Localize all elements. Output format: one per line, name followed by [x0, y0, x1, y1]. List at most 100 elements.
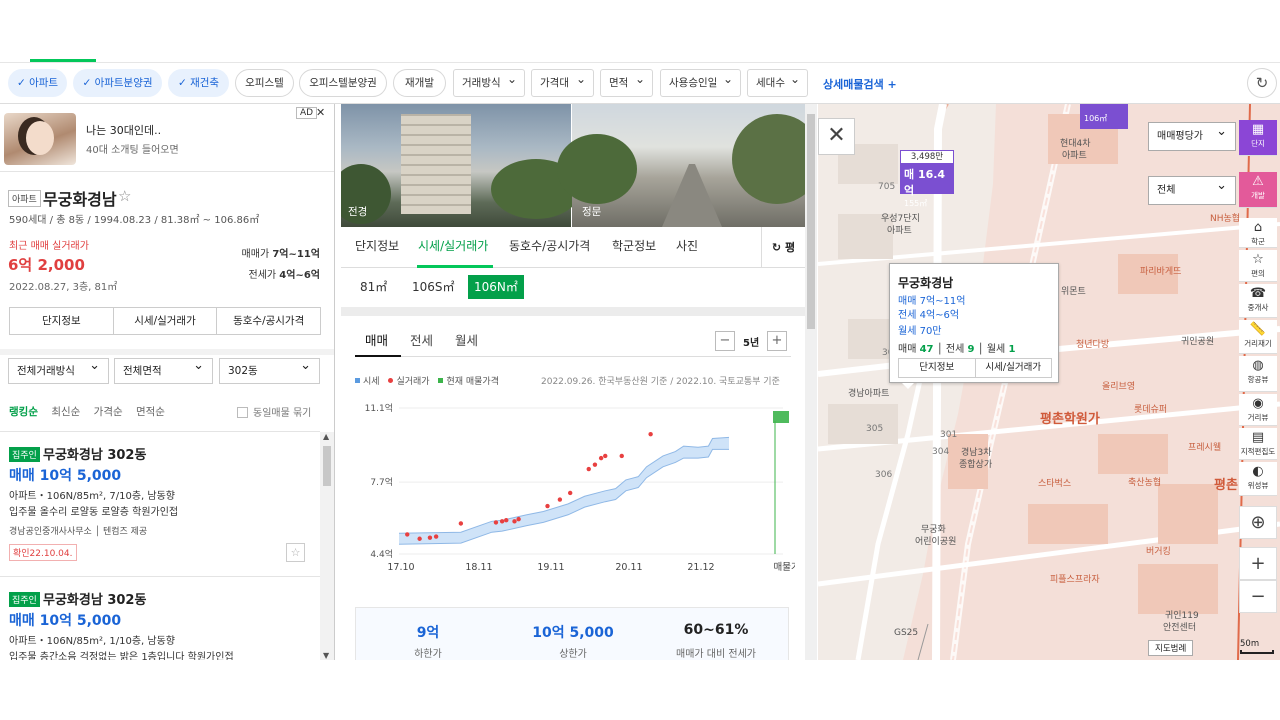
confirm-date-badge: 확인22.10.04. [9, 544, 77, 561]
listing-desc: 입주물 층간소음 걱정없는 밝은 1층입니다 학원가인접 [9, 652, 234, 660]
count-jeonse-value: 9 [967, 344, 975, 355]
map-type-select[interactable]: 전체 [1148, 172, 1236, 205]
ad-banner[interactable]: 나는 30대인데.. 40대 소개팅 들어오면 AD ✕ [0, 104, 334, 172]
select-area[interactable]: 전체면적 [114, 354, 213, 384]
list-item[interactable]: 집주인 무궁화경남 302동 매매 10억 5,000 아파트・106N/85m… [0, 432, 320, 577]
close-map-icon[interactable]: ✕ [818, 118, 855, 155]
map-tool-4[interactable]: ☎ 중개사 [1239, 284, 1277, 318]
period-minus-button[interactable]: − [715, 331, 735, 351]
tab-monthly[interactable]: 월세 [455, 330, 478, 349]
listing-spec: 아파트・106N/85m², 1/10층, 남동향 [9, 636, 175, 647]
map-scale: 50m [1240, 639, 1274, 654]
property-type-tag: 아파트 [8, 190, 41, 207]
map-price-select[interactable]: 매매평당가 [1148, 118, 1236, 151]
ad-close-icon[interactable]: ✕ [316, 106, 325, 119]
zoom-in-button[interactable]: + [1239, 547, 1277, 580]
price-band [399, 437, 729, 545]
map-tool-icon: ⚠ [1252, 174, 1264, 189]
map-tool-1[interactable]: ⚠ 개발 [1239, 172, 1277, 208]
size-option[interactable]: 106S㎡ [412, 275, 455, 299]
unit-toggle-button[interactable]: ↻ 평 [761, 227, 805, 268]
chip-redevelopment[interactable]: 재개발 [393, 69, 446, 97]
chip-apartment-presale[interactable]: ✓ 아파트분양권 [73, 69, 162, 97]
map-tool-label: 개발 [1251, 191, 1265, 200]
group-same-listings-checkbox[interactable]: 동일매물 묶기 [237, 404, 311, 419]
tab-complex-info[interactable]: 단지정보 [10, 308, 114, 334]
map-tool-icon: ☎ [1249, 286, 1267, 301]
current-location-icon[interactable]: ⊕ [1239, 506, 1277, 539]
sort-latest[interactable]: 최신순 [51, 406, 80, 418]
map-tool-0[interactable]: ▦ 단지 [1239, 120, 1277, 156]
sort-price[interactable]: 가격순 [94, 406, 123, 418]
tab-price-history[interactable]: 시세/실거래가 [418, 237, 488, 254]
map-tool-5[interactable]: 📏 거리재기 [1239, 320, 1277, 354]
map-tool-7[interactable]: ◉ 거리뷰 [1239, 394, 1277, 426]
dropdown-area[interactable]: 면적 [600, 69, 653, 97]
tab-jeonse[interactable]: 전세 [410, 330, 433, 349]
tab-price[interactable]: 시세/실거래가 [114, 308, 218, 334]
zoom-out-button[interactable]: − [1239, 580, 1277, 613]
sort-ranking[interactable]: 랭킹순 [9, 406, 38, 418]
tab-unit-price[interactable]: 동호수/공시가격 [509, 237, 590, 254]
deal-point [586, 466, 591, 472]
map-place-label: 705 [878, 182, 896, 192]
map-place-label: GS25 [894, 628, 919, 638]
chip-officetel[interactable]: 오피스텔 [235, 69, 294, 97]
complex-popup[interactable]: 무궁화경남 매매 7억~11억 전세 4억~6억 월세 70만 매매 47 │ … [889, 263, 1059, 389]
size-option[interactable]: 81㎡ [360, 275, 387, 299]
map-price-pin[interactable]: 3,498만 매 16.4억 155㎡ [900, 150, 954, 208]
refresh-icon[interactable]: ↻ [1247, 68, 1277, 98]
tab-unit-price[interactable]: 동호수/공시가격 [217, 308, 320, 334]
favorite-star-icon[interactable]: ☆ [118, 187, 131, 205]
chip-apartment[interactable]: ✓ 아파트 [8, 69, 67, 97]
photo-exterior[interactable]: 전경 [341, 104, 581, 227]
tab-photos[interactable]: 사진 [676, 237, 698, 254]
map-tool-3[interactable]: ☆ 편의 [1239, 250, 1277, 282]
deal-point [516, 516, 521, 522]
map-tool-2[interactable]: ⌂ 학군 [1239, 218, 1277, 248]
photo-gate[interactable]: 정문 [557, 104, 817, 227]
scroll-thumb[interactable] [323, 446, 331, 486]
advanced-search-link[interactable]: 상세매물검색 + [823, 76, 897, 92]
chip-officetel-presale[interactable]: 오피스텔분양권 [299, 69, 387, 97]
list-scrollbar[interactable]: ▲ ▼ [320, 432, 334, 660]
owner-tag: 집주인 [9, 447, 40, 462]
popup-jeonse: 전세 4억~6억 [898, 310, 960, 321]
chip-reconstruction[interactable]: ✓ 재건축 [168, 69, 229, 97]
map-legend-button[interactable]: 지도범례 [1148, 640, 1194, 656]
popup-complex-info-button[interactable]: 단지정보 [899, 359, 976, 377]
map-tool-8[interactable]: ▤ 지적편집도 [1239, 428, 1277, 460]
select-building[interactable]: 302동 [219, 354, 320, 384]
stat-high-label: 상한가 [559, 649, 587, 660]
dropdown-approval-date[interactable]: 사용승인일 [660, 69, 741, 97]
scroll-down-icon[interactable]: ▼ [323, 651, 329, 660]
map-price-pin[interactable]: 106㎡ [1080, 104, 1128, 129]
deal-point [567, 490, 573, 496]
size-option-selected[interactable]: 106N㎡ [468, 275, 524, 299]
select-trade-type[interactable]: 전체거래방식 [8, 354, 109, 384]
ad-badge: AD [296, 107, 318, 119]
dropdown-trade-type[interactable]: 거래방식 [453, 69, 525, 97]
pin-body: 매 16.4억 155㎡ [900, 164, 954, 208]
period-plus-button[interactable]: + [767, 331, 787, 351]
active-tab-indicator [417, 265, 493, 268]
listing-title: 무궁화경남 302동 [43, 448, 147, 463]
map-tool-6[interactable]: ◍ 항공뷰 [1239, 356, 1277, 392]
detail-scrollbar[interactable] [805, 104, 817, 660]
scroll-up-icon[interactable]: ▲ [323, 432, 329, 441]
dropdown-price-range[interactable]: 가격대 [531, 69, 594, 97]
tab-complex-info[interactable]: 단지정보 [355, 237, 399, 254]
list-item[interactable]: 집주인 무궁화경남 302동 매매 10억 5,000 아파트・106N/85m… [0, 577, 320, 660]
tab-school[interactable]: 학군정보 [612, 237, 656, 254]
popup-price-button[interactable]: 시세/실거래가 [976, 359, 1052, 377]
scroll-thumb[interactable] [807, 114, 815, 329]
map-view[interactable]: ✕ 현대4차아파트우성7단지아파트파리바게뜨위몬트청년다방귀인공원올리브영KFC… [818, 104, 1280, 660]
tab-sale[interactable]: 매매 [365, 330, 388, 349]
map-place-label: 305 [866, 424, 884, 434]
sort-area[interactable]: 면적순 [136, 406, 165, 418]
favorite-star-icon[interactable]: ☆ [286, 543, 305, 562]
map-tool-9[interactable]: ◐ 위성뷰 [1239, 462, 1277, 496]
stat-low-value: 9억 [416, 625, 440, 641]
dropdown-households[interactable]: 세대수 [747, 69, 808, 97]
deal-point [512, 519, 517, 524]
